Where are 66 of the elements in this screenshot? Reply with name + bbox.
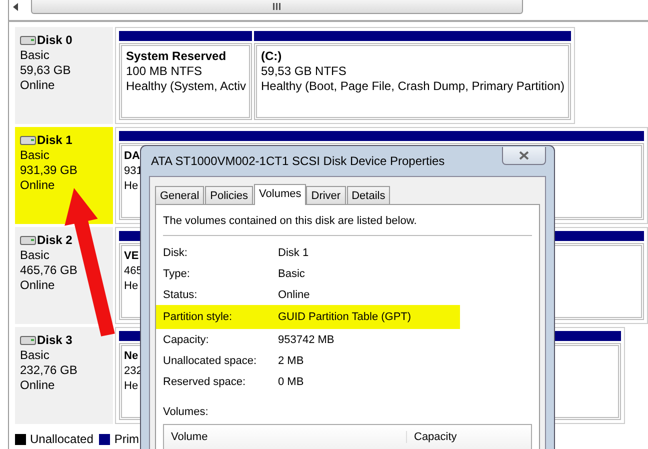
disk-type: Basic xyxy=(20,348,50,363)
field-label: Disk: xyxy=(163,246,188,258)
volumes-label: Volumes: xyxy=(163,406,210,418)
field-label: Type: xyxy=(163,268,191,280)
grip-icon xyxy=(273,3,281,10)
field-label: Partition style: xyxy=(163,311,234,323)
disk-name: Disk 2 xyxy=(37,233,72,248)
tab[interactable]: Driver xyxy=(306,186,346,204)
partition-name: VE xyxy=(124,249,139,264)
field-value: Basic xyxy=(278,268,305,280)
partition-name: System Reserved xyxy=(126,49,226,64)
disk-size: 465,76 GB xyxy=(20,263,78,278)
scroll-left-icon[interactable] xyxy=(13,3,19,11)
tab[interactable]: Details xyxy=(346,186,390,204)
disk-status: Online xyxy=(20,378,56,393)
legend-label: Unallocated xyxy=(30,432,94,446)
drive-icon xyxy=(20,136,36,145)
legend-label: Prim xyxy=(114,432,140,446)
tab[interactable]: General xyxy=(155,186,204,204)
field-label: Capacity: xyxy=(163,334,210,346)
partition-status: He xyxy=(124,279,138,294)
disk-size: 59,63 GB xyxy=(20,63,72,78)
disk-info-panel[interactable]: Disk 1 Basic 931,39 GB Online xyxy=(15,127,113,224)
partition-status: Healthy (Boot, Page File, Crash Dump, Primary Partition) xyxy=(261,79,564,94)
tab[interactable]: Policies xyxy=(205,186,254,204)
disk-size: 931,39 GB xyxy=(20,163,78,178)
field-value: 0 MB xyxy=(278,376,304,388)
tab[interactable]: Volumes xyxy=(254,184,306,205)
partition-status: He xyxy=(124,379,138,394)
disk-size: 232,76 GB xyxy=(20,363,78,378)
field-label: Reserved space: xyxy=(163,376,247,388)
disk-name: Disk 3 xyxy=(37,333,72,348)
disk-info-panel[interactable]: Disk 0 Basic 59,63 GB Online xyxy=(15,27,113,124)
disk-info-panel[interactable]: Disk 3 Basic 232,76 GB Online xyxy=(15,327,113,424)
drive-icon xyxy=(20,36,36,45)
partition-name: DA xyxy=(124,149,140,164)
partition-size: 100 MB NTFS xyxy=(126,64,202,79)
field-value: GUID Partition Table (GPT) xyxy=(278,311,412,323)
disk-type: Basic xyxy=(20,148,50,163)
field-label: Unallocated space: xyxy=(163,354,258,366)
disk-type: Basic xyxy=(20,248,50,263)
disk-name: Disk 0 xyxy=(37,33,72,48)
close-icon xyxy=(519,151,529,160)
intro-text: The volumes contained on this disk are listed below. xyxy=(163,215,418,227)
drive-icon xyxy=(20,336,36,345)
drive-icon xyxy=(20,236,36,245)
column-header[interactable]: Volume xyxy=(164,431,407,443)
field-value: 2 MB xyxy=(278,354,304,366)
partition-size: 931 xyxy=(124,164,142,179)
disk-status: Online xyxy=(20,278,56,293)
field-value: Online xyxy=(278,288,310,300)
partition-name: (C:) xyxy=(261,49,282,64)
partition-status: He xyxy=(124,179,138,194)
disk-status: Online xyxy=(20,78,56,93)
disk-status: Online xyxy=(20,178,56,193)
disk-name: Disk 1 xyxy=(37,133,72,148)
partition-size: 59,53 GB NTFS xyxy=(261,64,346,79)
dialog-title: ATA ST1000VM002-1CT1 SCSI Disk Device Properties xyxy=(150,154,445,168)
column-header[interactable]: Capacity xyxy=(407,431,457,443)
partition-name: Ne xyxy=(124,349,138,364)
field-value: 953742 MB xyxy=(278,334,334,346)
partition-status: Healthy (System, Activ xyxy=(126,79,246,94)
close-button[interactable] xyxy=(502,147,546,165)
field-value: Disk 1 xyxy=(278,246,309,258)
disk-type: Basic xyxy=(20,48,50,63)
field-label: Status: xyxy=(163,288,198,300)
